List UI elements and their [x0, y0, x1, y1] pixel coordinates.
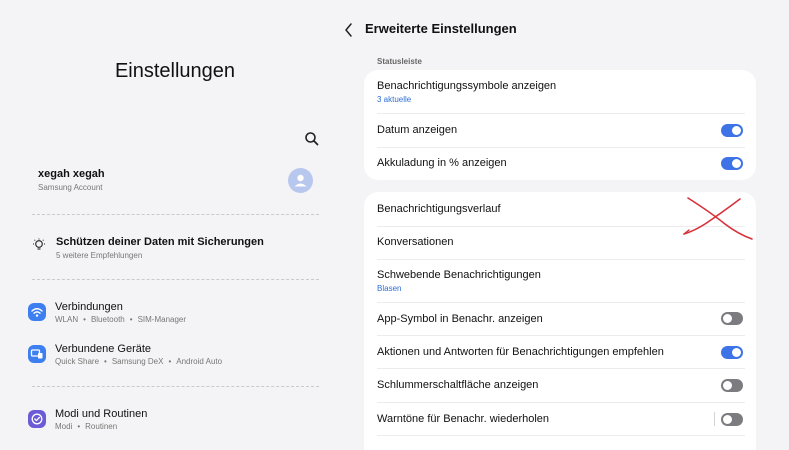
setting-title: Schlummerschaltfläche anzeigen: [377, 379, 539, 391]
top-bar: Erweiterte Einstellungen: [340, 18, 760, 42]
divider: [32, 214, 319, 215]
setting-suggest-actions[interactable]: Aktionen und Antworten für Benachrichtig…: [377, 346, 745, 358]
back-button[interactable]: [342, 21, 356, 39]
menu-item-connections[interactable]: Verbindungen WLAN • Bluetooth • SIM-Manager: [28, 300, 318, 330]
toggle-knob: [732, 159, 741, 168]
page-title: Einstellungen: [114, 60, 236, 82]
statusbar-card: Benachrichtigungssymbole anzeigen 3 aktu…: [364, 70, 756, 180]
settings-left-pane: Einstellungen xegah xegah Samsung Accoun…: [0, 0, 350, 450]
row-divider: [377, 302, 745, 303]
modes-icon: [28, 410, 46, 428]
setting-subtitle: Blasen: [377, 284, 402, 293]
setting-battery-percent[interactable]: Akkuladung in % anzeigen: [377, 157, 745, 169]
search-button[interactable]: [302, 129, 322, 149]
setting-title: Aktionen und Antworten für Benachrichtig…: [377, 346, 664, 358]
setting-conversations[interactable]: Konversationen: [377, 236, 745, 248]
row-divider: [377, 368, 745, 369]
setting-title: Akkuladung in % anzeigen: [377, 157, 507, 169]
account-subtitle: Samsung Account: [38, 183, 103, 192]
account-name: xegah xegah: [38, 168, 105, 180]
row-divider: [377, 335, 745, 336]
avatar[interactable]: [288, 168, 313, 193]
suggest-actions-toggle[interactable]: [721, 346, 743, 359]
toggle-knob: [732, 126, 741, 135]
repeat-alerts-toggle[interactable]: [721, 413, 743, 426]
menu-item-title: Verbundene Geräte: [55, 343, 152, 355]
divider: [32, 386, 319, 387]
menu-item-subtitle: WLAN • Bluetooth • SIM-Manager: [55, 315, 187, 324]
search-icon: [305, 132, 319, 146]
row-divider: [377, 147, 745, 148]
battery-percent-toggle[interactable]: [721, 157, 743, 170]
chevron-left-icon: [345, 23, 352, 37]
toggle-knob: [723, 381, 732, 390]
setting-app-icon[interactable]: App-Symbol in Benachr. anzeigen: [377, 313, 745, 325]
wifi-icon: [28, 303, 46, 321]
vertical-separator: [714, 412, 715, 426]
menu-item-title: Verbindungen: [55, 301, 123, 313]
setting-snooze-button[interactable]: Schlummerschaltfläche anzeigen: [377, 379, 745, 391]
setting-show-date[interactable]: Datum anzeigen: [377, 124, 745, 136]
menu-item-subtitle: Quick Share • Samsung DeX • Android Auto: [55, 357, 223, 366]
section-label-statusbar: Statusleiste: [377, 57, 422, 66]
setting-title: Schwebende Benachrichtigungen: [377, 269, 541, 281]
backup-suggestion[interactable]: Schützen deiner Daten mit Sicherungen 5 …: [32, 234, 319, 264]
backup-subtitle: 5 weitere Empfehlungen: [56, 251, 143, 260]
setting-title: Datum anzeigen: [377, 124, 458, 136]
lightbulb-icon: [33, 238, 45, 250]
setting-subtitle: 3 aktuelle: [377, 95, 412, 104]
setting-notification-icons[interactable]: Benachrichtigungssymbole anzeigen 3 aktu…: [377, 80, 745, 104]
snooze-button-toggle[interactable]: [721, 379, 743, 392]
setting-floating-notifications[interactable]: Schwebende Benachrichtigungen Blasen: [377, 269, 745, 293]
menu-item-title: Modi und Routinen: [55, 408, 148, 420]
row-divider: [377, 113, 745, 114]
menu-item-modes-routines[interactable]: Modi und Routinen Modi • Routinen: [28, 407, 318, 437]
setting-title: Benachrichtigungsverlauf: [377, 203, 501, 215]
page-title: Erweiterte Einstellungen: [365, 21, 517, 36]
devices-icon: [28, 345, 46, 363]
setting-title: Warntöne für Benachr. wiederholen: [377, 413, 550, 425]
menu-item-connected-devices[interactable]: Verbundene Geräte Quick Share • Samsung De…: [28, 342, 318, 372]
setting-title: Konversationen: [377, 236, 454, 248]
row-divider: [377, 226, 745, 227]
account-row[interactable]: xegah xegah Samsung Account: [38, 168, 318, 198]
notifications-card: Benachrichtigungsverlauf Konversationen …: [364, 192, 756, 450]
toggle-knob: [723, 415, 732, 424]
row-divider: [377, 435, 745, 436]
setting-repeat-alerts[interactable]: Warntöne für Benachr. wiederholen: [377, 413, 745, 425]
setting-title: App-Symbol in Benachr. anzeigen: [377, 313, 543, 325]
divider: [32, 279, 319, 280]
toggle-knob: [723, 314, 732, 323]
menu-item-subtitle: Modi • Routinen: [55, 422, 118, 431]
setting-title: Benachrichtigungssymbole anzeigen: [377, 80, 557, 92]
person-icon: [294, 174, 307, 187]
row-divider: [377, 402, 745, 403]
backup-title: Schützen deiner Daten mit Sicherungen: [56, 236, 264, 248]
setting-notification-history[interactable]: Benachrichtigungsverlauf: [377, 203, 745, 215]
app-icon-toggle[interactable]: [721, 312, 743, 325]
row-divider: [377, 259, 745, 260]
show-date-toggle[interactable]: [721, 124, 743, 137]
toggle-knob: [732, 348, 741, 357]
